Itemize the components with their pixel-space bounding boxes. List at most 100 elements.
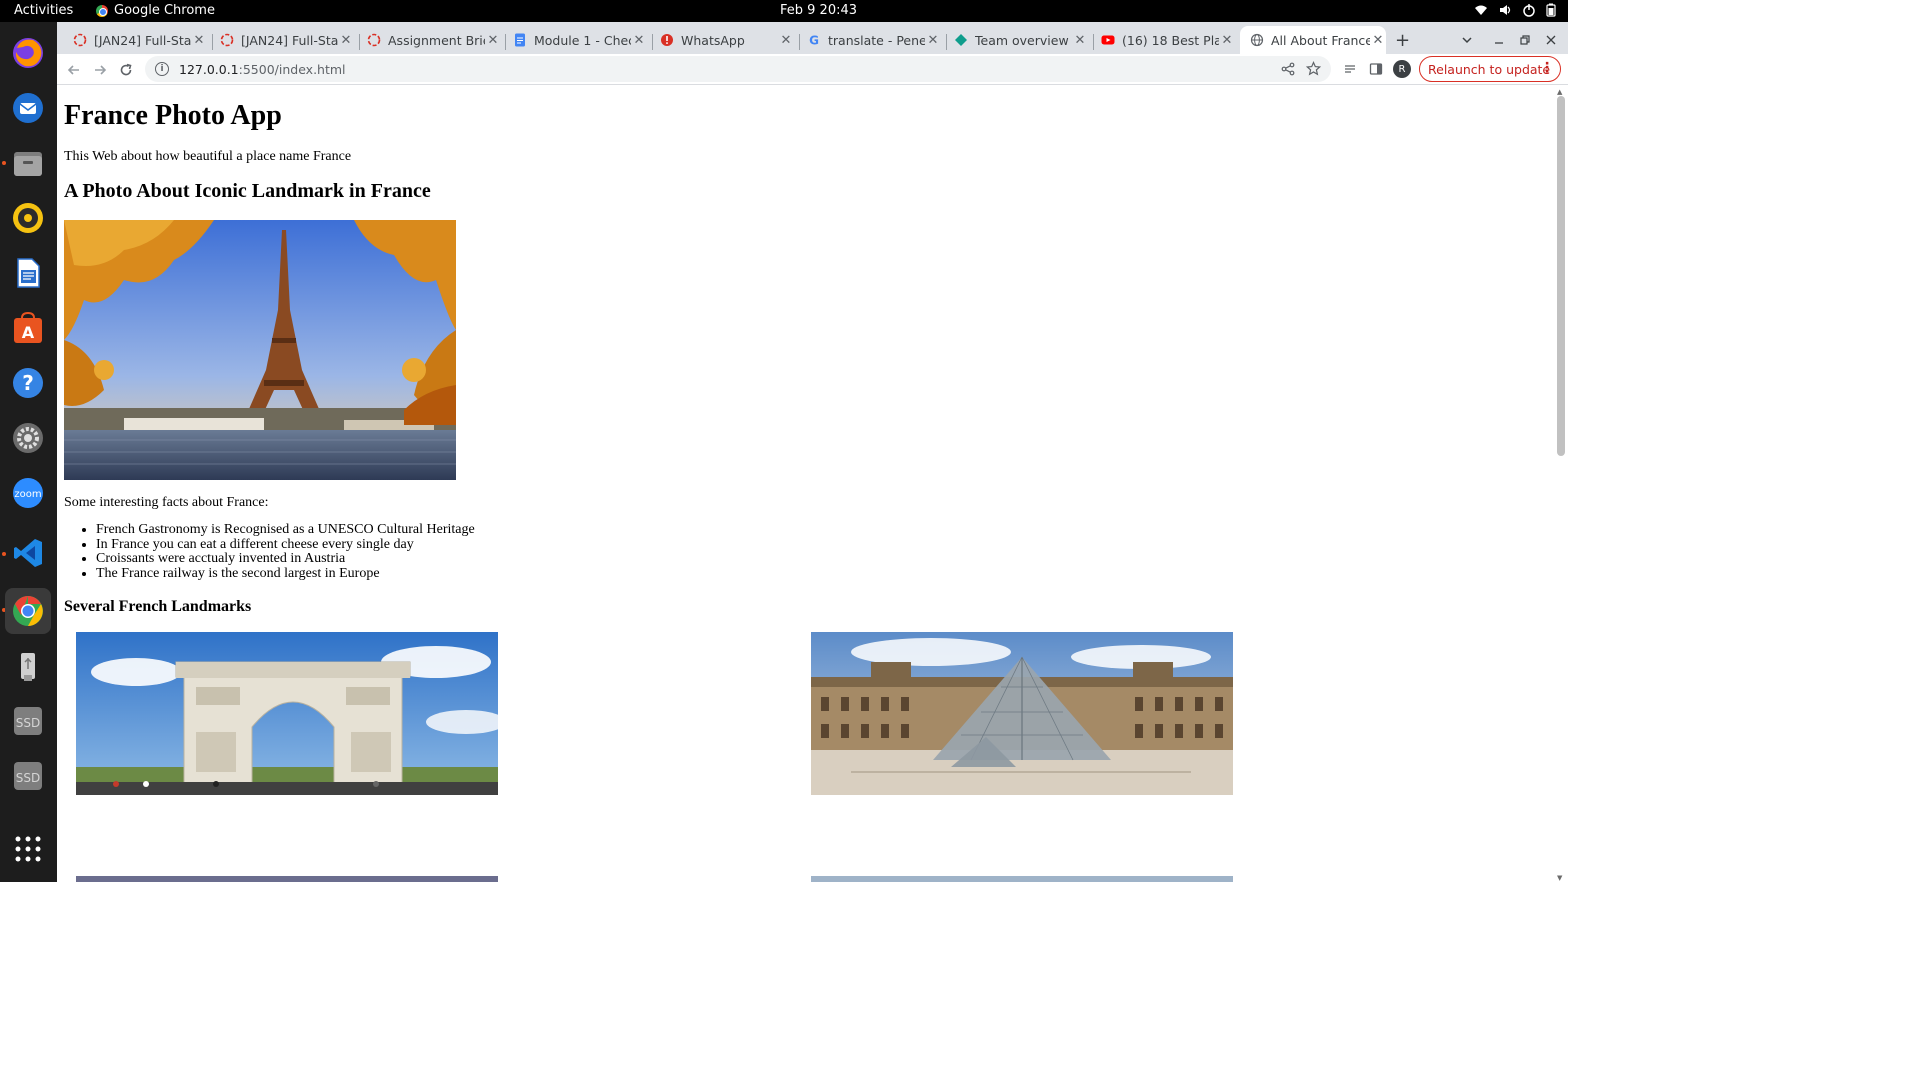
zoom-icon[interactable]: zoom: [9, 474, 47, 512]
settings-icon[interactable]: [9, 419, 47, 457]
address-bar[interactable]: i 127.0.0.1:5500/index.html: [145, 56, 1331, 82]
running-indicator: [2, 552, 6, 556]
tab[interactable]: Team overview | Sprints ✕: [954, 26, 1088, 54]
wifi-icon: [1475, 5, 1487, 15]
tab[interactable]: [JAN24] Full-Stack ✕: [220, 26, 354, 54]
tab[interactable]: G translate - Penelusuran ✕: [807, 26, 941, 54]
eiffel-tower-photo: [64, 220, 456, 480]
list-item: French Gastronomy is Recognised as a UNE…: [96, 522, 475, 538]
running-indicator: [2, 161, 6, 165]
google-docs-icon: [515, 33, 525, 47]
close-tab-icon[interactable]: ✕: [485, 33, 501, 48]
tab-strip: [JAN24] Full-Stack ✕ [JAN24] Full-Stack …: [57, 22, 1568, 54]
list-item: The France railway is the second largest…: [96, 566, 475, 582]
minimize-icon: [1495, 42, 1503, 44]
avatar: R: [1393, 60, 1411, 78]
page-title: France Photo App: [64, 100, 282, 131]
ssd-drive-icon[interactable]: SSD: [9, 702, 47, 740]
error-icon: [661, 34, 673, 46]
files-icon[interactable]: [9, 144, 47, 182]
scroll-up-icon[interactable]: ▲: [1557, 88, 1562, 96]
rhythmbox-icon[interactable]: [9, 199, 47, 237]
back-arrow-icon: [67, 65, 79, 75]
tab[interactable]: (16) 18 Best Places ✕: [1101, 26, 1235, 54]
new-tab-button[interactable]: +: [1395, 26, 1415, 54]
thunderbird-icon[interactable]: [9, 89, 47, 127]
tab[interactable]: [JAN24] Full-Stack ✕: [73, 26, 207, 54]
forward-button[interactable]: [89, 59, 111, 81]
minimize-button[interactable]: [1493, 26, 1509, 54]
svg-text:?: ?: [22, 371, 34, 395]
facts-intro: Some interesting facts about France:: [64, 495, 269, 510]
facts-list: French Gastronomy is Recognised as a UNE…: [96, 522, 475, 582]
app-name: Google Chrome: [114, 3, 215, 18]
landmark-photo: [811, 876, 1233, 882]
system-tray[interactable]: [1474, 3, 1556, 17]
ssd-drive-icon[interactable]: SSD: [9, 757, 47, 795]
tab-active[interactable]: All About France ✕: [1240, 26, 1386, 54]
browser-toolbar: i 127.0.0.1:5500/index.html R Relaunch t…: [57, 54, 1568, 85]
back-button[interactable]: [63, 59, 85, 81]
chrome-icon: [96, 4, 108, 17]
close-tab-icon[interactable]: ✕: [191, 33, 207, 48]
svg-text:A: A: [22, 323, 35, 342]
dock: A ? zoom SSD SSD: [0, 22, 57, 882]
bookmark-star-icon[interactable]: [1306, 61, 1321, 76]
arc-de-triomphe-photo: [76, 632, 498, 795]
reading-list-icon: [1345, 65, 1355, 73]
share-icon[interactable]: [1281, 62, 1295, 76]
usb-drive-icon[interactable]: [9, 647, 47, 685]
list-item: In France you can eat a different cheese…: [96, 537, 475, 553]
chrome-dock-icon[interactable]: [5, 588, 51, 634]
site-info-icon[interactable]: i: [155, 62, 169, 76]
reading-list-button[interactable]: [1340, 59, 1360, 79]
software-center-icon[interactable]: A: [9, 309, 47, 347]
close-icon: [1546, 35, 1556, 45]
clock[interactable]: Feb 9 20:43: [780, 3, 857, 18]
tab[interactable]: WhatsApp ✕: [660, 26, 794, 54]
section-heading: A Photo About Iconic Landmark in France: [64, 180, 431, 202]
reload-button[interactable]: [115, 59, 137, 81]
more-menu-icon[interactable]: ⋮: [1540, 60, 1554, 76]
restore-button[interactable]: [1519, 26, 1535, 54]
battery-icon: [1546, 3, 1556, 17]
close-tab-icon[interactable]: ✕: [1072, 33, 1088, 48]
relaunch-button[interactable]: Relaunch to update ⋮: [1419, 56, 1561, 82]
close-tab-icon[interactable]: ✕: [925, 33, 941, 48]
tab-search-button[interactable]: [1461, 26, 1477, 54]
loading-spinner-icon: [220, 33, 234, 47]
scrollbar-thumb[interactable]: [1557, 96, 1565, 456]
reload-icon: [120, 63, 132, 76]
side-panel-icon: [1369, 63, 1383, 75]
landmarks-heading: Several French Landmarks: [64, 598, 252, 615]
tab[interactable]: Assignment Brief ✕: [367, 26, 501, 54]
svg-text:zoom: zoom: [14, 489, 41, 500]
close-window-button[interactable]: [1545, 26, 1561, 54]
close-tab-icon[interactable]: ✕: [778, 33, 794, 48]
tab[interactable]: Module 1 - Checkpoint ✕: [513, 26, 647, 54]
list-item: Croissants were acctualy invented in Aus…: [96, 552, 475, 567]
app-menu[interactable]: Google Chrome: [96, 3, 215, 18]
firefox-icon[interactable]: [9, 34, 47, 72]
writer-icon[interactable]: [9, 254, 47, 292]
close-tab-icon[interactable]: ✕: [631, 33, 647, 48]
google-icon: G: [809, 34, 819, 48]
plus-icon: +: [1395, 29, 1411, 51]
vscode-icon[interactable]: [9, 534, 47, 572]
profile-button[interactable]: R: [1392, 59, 1412, 79]
show-apps-icon[interactable]: [9, 830, 47, 868]
help-icon[interactable]: ?: [9, 364, 47, 402]
volume-icon: [1500, 5, 1511, 15]
side-panel-button[interactable]: [1366, 59, 1386, 79]
power-icon: [1523, 4, 1535, 17]
close-tab-icon[interactable]: ✕: [1370, 33, 1386, 48]
activities-button[interactable]: Activities: [14, 3, 73, 18]
page-scrollbar[interactable]: ▲ ▼: [1554, 86, 1568, 882]
svg-text:SSD: SSD: [16, 716, 40, 730]
louvre-photo: [811, 632, 1233, 795]
scroll-down-icon[interactable]: ▼: [1557, 874, 1562, 882]
close-tab-icon[interactable]: ✕: [1219, 33, 1235, 48]
intro-text: This Web about how beautiful a place nam…: [64, 149, 352, 164]
close-tab-icon[interactable]: ✕: [338, 33, 354, 48]
chevron-down-icon: [1462, 37, 1472, 44]
